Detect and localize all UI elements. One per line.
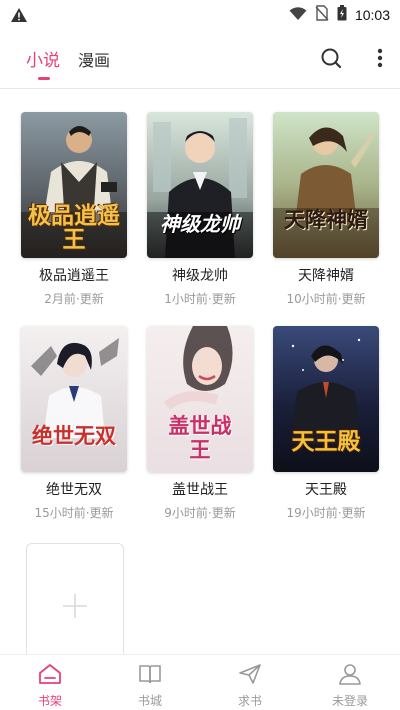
battery-icon bbox=[337, 5, 347, 25]
nav-bookshelf[interactable]: 书架 bbox=[0, 655, 100, 710]
cover-title: 盖世战王 bbox=[168, 413, 232, 462]
more-vertical-icon[interactable] bbox=[366, 44, 394, 72]
cover-title: 极品逍遥王 bbox=[28, 202, 120, 253]
book-update-time: 2月前·更新 bbox=[44, 292, 104, 306]
book-icon bbox=[138, 663, 162, 689]
top-header: 小说 漫画 bbox=[0, 32, 400, 88]
warning-icon bbox=[10, 7, 28, 23]
no-sim-icon bbox=[315, 5, 329, 25]
book-item[interactable]: 绝世无双 绝世无双 15小时前·更新 bbox=[20, 326, 128, 521]
book-update-time: 10小时前·更新 bbox=[286, 292, 366, 306]
bookshelf-icon bbox=[38, 663, 62, 689]
nav-label: 书城 bbox=[137, 694, 162, 708]
book-update-time: 9小时前·更新 bbox=[164, 506, 236, 520]
book-item[interactable]: 天降神婿 天降神婿 10小时前·更新 bbox=[272, 112, 380, 307]
nav-request-book[interactable]: 求书 bbox=[200, 655, 300, 710]
book-title: 神级龙帅 bbox=[172, 268, 228, 284]
book-update-time: 15小时前·更新 bbox=[34, 506, 114, 520]
book-cover[interactable]: 神级龙帅 bbox=[147, 112, 253, 258]
book-title: 天王殿 bbox=[305, 482, 347, 498]
clock: 10:03 bbox=[354, 7, 390, 23]
header-divider bbox=[0, 88, 400, 89]
nav-label: 书架 bbox=[37, 694, 62, 708]
bottom-navigation: 书架 书城 求书 未登录 bbox=[0, 654, 400, 710]
book-update-time: 19小时前·更新 bbox=[286, 506, 366, 520]
book-cover[interactable]: 天王殿 bbox=[273, 326, 379, 472]
nav-label: 求书 bbox=[237, 694, 262, 708]
nav-bookstore[interactable]: 书城 bbox=[100, 655, 200, 710]
cover-title: 绝世无双 bbox=[32, 423, 116, 448]
tab-indicator bbox=[38, 77, 50, 80]
cover-title: 天降神婿 bbox=[284, 207, 368, 232]
nav-label: 未登录 bbox=[331, 694, 368, 708]
book-update-time: 1小时前·更新 bbox=[164, 292, 236, 306]
tab-comic[interactable]: 漫画 bbox=[78, 47, 110, 71]
cover-title: 神级龙帅 bbox=[160, 212, 240, 236]
book-cover[interactable]: 盖世战王 bbox=[147, 326, 253, 472]
book-item[interactable]: 天王殿 天王殿 19小时前·更新 bbox=[272, 326, 380, 521]
user-icon bbox=[338, 663, 362, 689]
send-icon bbox=[238, 663, 262, 689]
search-icon[interactable] bbox=[317, 44, 345, 72]
nav-account[interactable]: 未登录 bbox=[300, 655, 400, 710]
plus-icon bbox=[61, 592, 89, 624]
wifi-icon bbox=[289, 6, 307, 25]
book-title: 天降神婿 bbox=[298, 268, 354, 284]
book-title: 盖世战王 bbox=[172, 482, 228, 498]
book-cover[interactable]: 绝世无双 bbox=[21, 326, 127, 472]
book-title: 绝世无双 bbox=[46, 482, 102, 498]
book-item[interactable]: 极品逍遥王 极品逍遥王 2月前·更新 bbox=[20, 112, 128, 307]
book-title: 极品逍遥王 bbox=[39, 268, 109, 284]
book-item[interactable]: 盖世战王 盖世战王 9小时前·更新 bbox=[146, 326, 254, 521]
tab-novel[interactable]: 小说 bbox=[26, 46, 60, 71]
status-bar: 10:03 bbox=[0, 0, 400, 30]
book-item[interactable]: 神级龙帅 神级龙帅 1小时前·更新 bbox=[146, 112, 254, 307]
book-cover[interactable]: 天降神婿 bbox=[273, 112, 379, 258]
cover-title: 天王殿 bbox=[291, 428, 361, 455]
book-cover[interactable]: 极品逍遥王 bbox=[21, 112, 127, 258]
